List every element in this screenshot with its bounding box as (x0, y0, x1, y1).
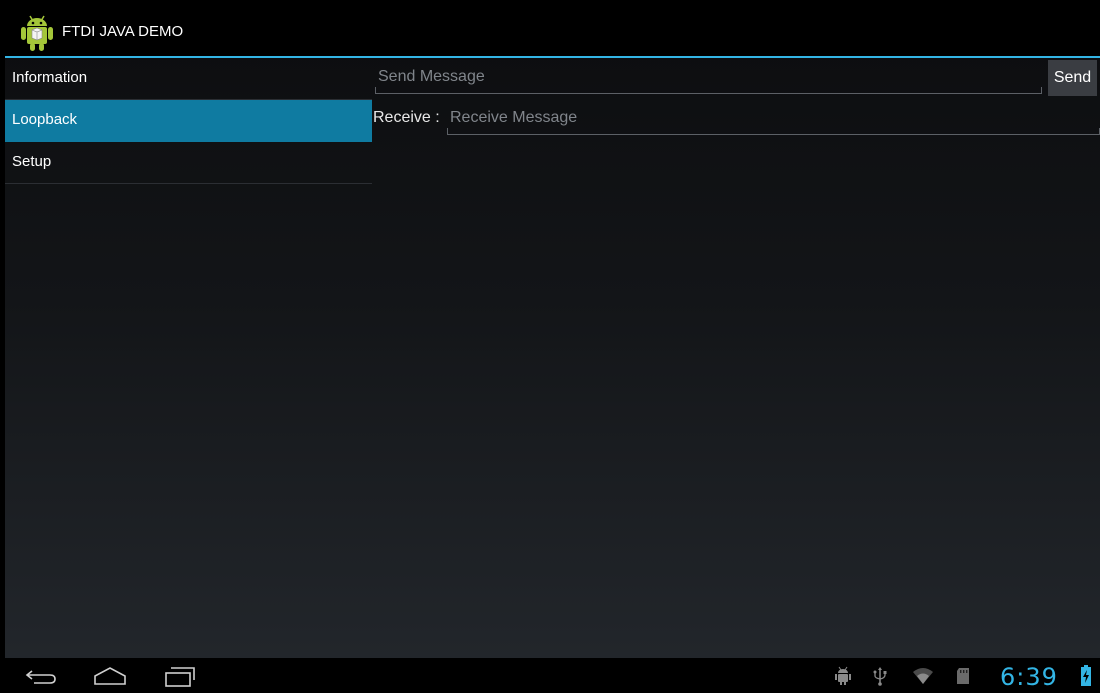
back-icon[interactable] (24, 668, 58, 686)
recent-apps-icon[interactable] (163, 666, 197, 688)
system-bar (0, 658, 1100, 693)
nav-item-label: Setup (12, 153, 52, 170)
receive-label: Receive : (373, 109, 440, 126)
receive-message-input[interactable] (447, 104, 1100, 132)
usb-icon (873, 667, 887, 686)
android-debug-icon (835, 666, 851, 685)
send-message-field (375, 63, 1045, 94)
nav-item-label: Information (12, 69, 88, 86)
navigation-list: Information Loopback Setup (5, 58, 372, 184)
wifi-icon (913, 668, 933, 684)
sd-card-icon (957, 668, 969, 684)
receive-message-field (447, 104, 1100, 135)
app-screen: FTDI JAVA DEMO Information Loopback Setu… (5, 8, 1100, 658)
send-button[interactable]: Send (1048, 60, 1097, 96)
battery-charging-icon (1081, 665, 1091, 686)
android-app-icon (21, 15, 53, 51)
app-title: FTDI JAVA DEMO (62, 23, 184, 40)
nav-item-setup[interactable]: Setup (5, 142, 372, 184)
action-bar: FTDI JAVA DEMO (5, 8, 1100, 57)
home-icon[interactable] (92, 666, 128, 686)
nav-item-loopback[interactable]: Loopback (5, 100, 372, 142)
send-message-input[interactable] (375, 63, 1045, 91)
nav-item-information[interactable]: Information (5, 58, 372, 100)
nav-item-label: Loopback (12, 111, 78, 128)
clock: 6:39 (1000, 663, 1058, 691)
